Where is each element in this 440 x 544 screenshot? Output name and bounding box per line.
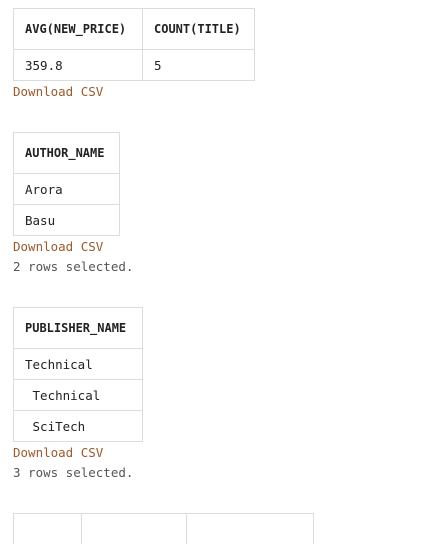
table-cell: Technical [13, 379, 143, 411]
result-table: AUTHOR_NAME Arora Basu [13, 132, 120, 236]
table-cell: 5 [142, 49, 255, 81]
rows-selected-status: 3 rows selected. [13, 465, 134, 480]
download-csv-link[interactable]: Download CSV [13, 237, 133, 257]
column-header: AUTHOR_NAME [13, 132, 120, 174]
table-cell: Arora [13, 173, 120, 205]
table-cell: Technical [13, 348, 143, 380]
table-cell: 359.8 [13, 49, 143, 81]
table-cell: SciTech [13, 410, 143, 442]
column-header [81, 513, 187, 544]
rows-selected-status: 2 rows selected. [13, 259, 134, 274]
result-set-1: AVG(NEW_PRICE) COUNT(TITLE) 359.8 5 Down… [13, 8, 255, 102]
table-row: Technical [13, 348, 143, 380]
table-row: Arora [13, 173, 120, 205]
header-row: AVG(NEW_PRICE) COUNT(TITLE) [13, 8, 255, 50]
column-header [186, 513, 314, 544]
table-cell: Basu [13, 204, 120, 236]
column-header [13, 513, 82, 544]
table-row: 359.8 5 [13, 49, 255, 81]
result-set-2: AUTHOR_NAME Arora Basu Download CSV 2 ro… [13, 132, 133, 277]
result-table: AVG(NEW_PRICE) COUNT(TITLE) 359.8 5 [13, 8, 255, 81]
column-header: PUBLISHER_NAME [13, 307, 143, 349]
column-header: AVG(NEW_PRICE) [13, 8, 143, 50]
header-row: AUTHOR_NAME [13, 132, 120, 174]
header-row: PUBLISHER_NAME [13, 307, 143, 349]
result-table: PUBLISHER_NAME Technical Technical SciTe… [13, 307, 143, 442]
table-row: Technical [13, 379, 143, 411]
download-csv-link[interactable]: Download CSV [13, 443, 143, 463]
column-header: COUNT(TITLE) [142, 8, 255, 50]
table-row: SciTech [13, 410, 143, 442]
download-csv-link[interactable]: Download CSV [13, 82, 255, 102]
result-set-3: PUBLISHER_NAME Technical Technical SciTe… [13, 307, 143, 483]
table-row: Basu [13, 204, 120, 236]
